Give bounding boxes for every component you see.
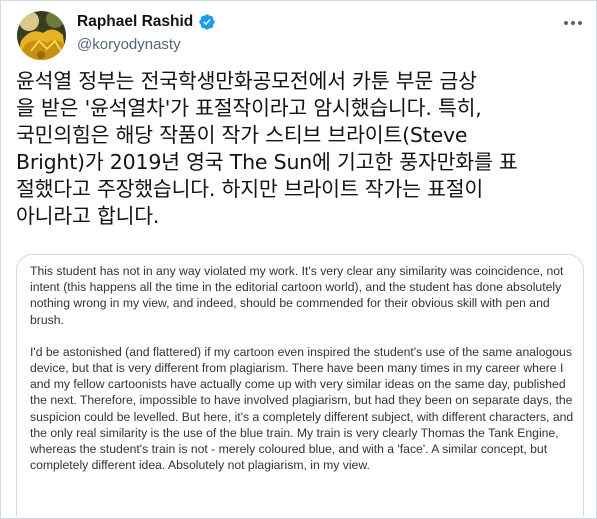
author-name-row[interactable]: Raphael Rashid (77, 13, 216, 31)
tweet-card: Raphael Rashid @koryodynasty 윤석열 정부는 전국학… (0, 0, 597, 519)
verified-badge-icon (198, 13, 216, 31)
author-handle[interactable]: @koryodynasty (77, 36, 181, 53)
avatar-image (17, 11, 66, 60)
quote-paragraph-2: I'd be astonished (and flattered) if my … (30, 344, 574, 473)
more-options-icon[interactable] (562, 15, 584, 29)
author-display-name[interactable]: Raphael Rashid (77, 13, 193, 31)
avatar[interactable] (17, 11, 66, 60)
image-quote-text: This student has not in any way violated… (30, 263, 575, 489)
quote-paragraph-1: This student has not in any way violated… (30, 264, 564, 327)
tweet-text: 윤석열 정부는 전국학생만화공모전에서 카툰 부문 금상 을 받은 '윤석열차'… (16, 69, 518, 228)
attached-image[interactable]: This student has not in any way violated… (16, 254, 584, 516)
